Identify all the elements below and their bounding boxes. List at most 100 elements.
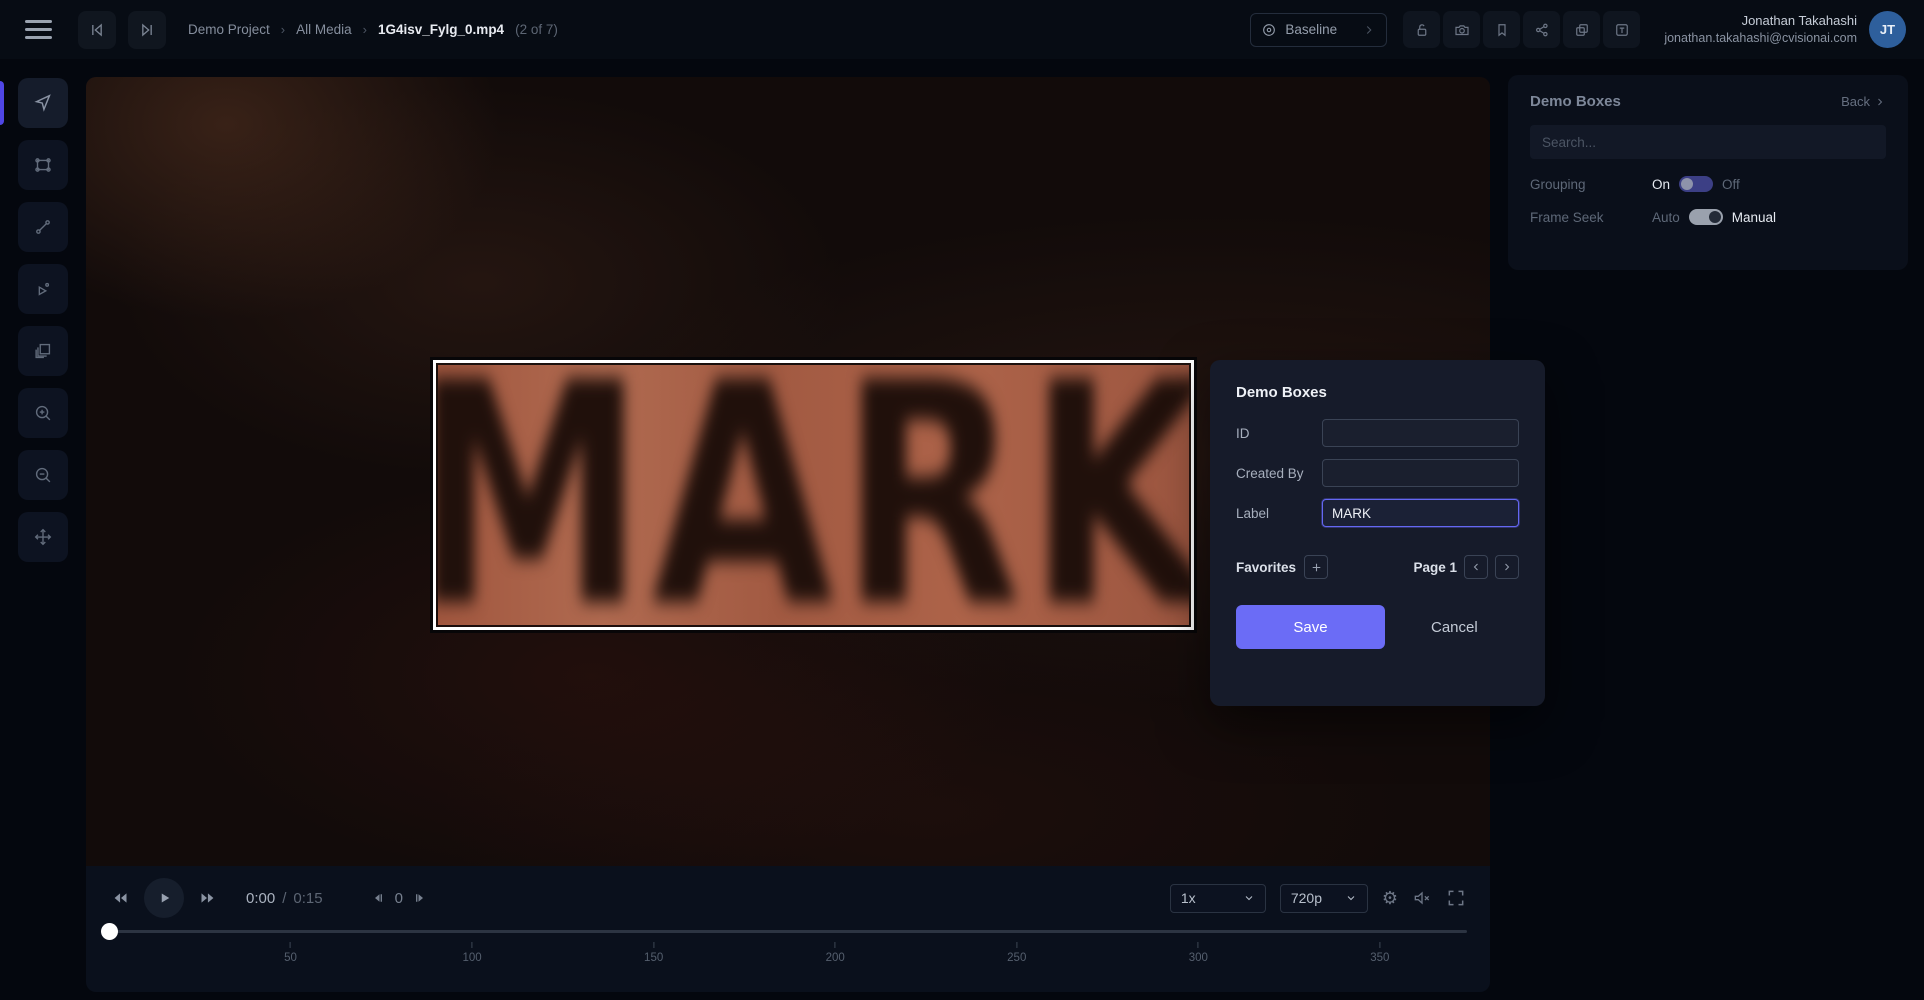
frame-forward-button[interactable] (411, 889, 429, 907)
label-field[interactable] (1322, 499, 1519, 527)
breadcrumb-separator: › (280, 22, 286, 37)
quality-value: 720p (1290, 890, 1323, 906)
chevron-down-icon (1345, 892, 1357, 904)
zoom-out-icon (32, 464, 54, 486)
frame-seek-label: Frame Seek (1530, 209, 1604, 225)
back-label: Back (1841, 94, 1870, 109)
tool-point[interactable] (18, 264, 68, 314)
playback-rate-select[interactable]: 1x (1169, 883, 1266, 913)
rewind-button[interactable] (110, 887, 132, 909)
tool-zoom-out[interactable] (18, 450, 68, 500)
previous-media-button[interactable] (78, 10, 116, 49)
layers-icon (32, 340, 54, 362)
tool-line[interactable] (18, 202, 68, 252)
chevron-down-icon (1243, 892, 1255, 904)
frame-seek-manual-label: Manual (1731, 209, 1777, 225)
breadcrumb-section[interactable]: All Media (296, 22, 352, 37)
tool-pointer[interactable] (18, 78, 68, 128)
frame-seek-auto-label: Auto (1652, 209, 1680, 225)
settings-panel-title: Demo Boxes (1530, 93, 1621, 110)
fullscreen-button[interactable] (1446, 888, 1466, 908)
timeline-tick: 300 (1189, 942, 1208, 964)
timeline-tick: 200 (826, 942, 845, 964)
tool-box[interactable] (18, 140, 68, 190)
add-favorite-button[interactable] (1304, 555, 1329, 579)
plus-icon (1310, 561, 1323, 574)
settings-panel: Demo Boxes Back Grouping On Off Frame Se… (1508, 75, 1908, 270)
user-email: jonathan.takahashi@cvisionai.com (1664, 30, 1857, 45)
play-button[interactable] (144, 878, 184, 918)
frame-seek-row: Frame Seek Auto Manual (1530, 209, 1886, 225)
tool-pan[interactable] (18, 512, 68, 562)
annotation-bbox-content: MARK (438, 365, 1189, 625)
version-selector-label: Baseline (1285, 22, 1338, 37)
quality-select[interactable]: 720p (1279, 883, 1368, 913)
settings-gear-icon[interactable]: ⚙ (1382, 888, 1398, 909)
text-overlay-button[interactable] (1603, 11, 1641, 48)
page-previous-button[interactable] (1464, 555, 1488, 579)
page-label: Page 1 (1413, 559, 1457, 575)
cancel-button[interactable]: Cancel (1431, 619, 1478, 636)
left-toolbar (18, 78, 68, 562)
duration: 0:15 (293, 889, 323, 907)
created-by-field[interactable] (1322, 459, 1519, 487)
timeline-track[interactable] (101, 923, 1467, 940)
chevron-left-icon (1470, 561, 1482, 573)
chevron-right-icon (1874, 96, 1886, 108)
pan-move-icon (32, 526, 54, 548)
label-field-label: Label (1236, 505, 1270, 521)
play-icon (155, 889, 173, 907)
duplicate-button[interactable] (1563, 11, 1601, 48)
lock-icon (1413, 21, 1431, 39)
skip-previous-icon (87, 20, 107, 40)
next-media-button[interactable] (128, 10, 166, 49)
point-tool-icon (32, 278, 54, 300)
frame-back-button[interactable] (369, 889, 387, 907)
blurred-video-text: MARK (438, 365, 1189, 625)
save-button[interactable]: Save (1236, 605, 1385, 649)
lock-button[interactable] (1403, 11, 1441, 48)
target-icon (1261, 22, 1277, 38)
current-time: 0:00 (246, 889, 276, 907)
chevron-right-icon (1501, 561, 1513, 573)
timeline: 50 100 150 200 250 300 350 (101, 923, 1467, 976)
breadcrumb-filename: 1G4isv_Fylg_0.mp4 (378, 22, 505, 37)
annotation-bbox[interactable]: MARK (433, 360, 1194, 630)
id-field[interactable] (1322, 419, 1519, 447)
active-tool-indicator (0, 81, 4, 125)
share-button[interactable] (1523, 11, 1561, 48)
search-input[interactable] (1530, 125, 1886, 159)
box-tool-icon (32, 154, 54, 176)
annotation-app: Demo Project › All Media › 1G4isv_Fylg_0… (0, 0, 1924, 1000)
breadcrumb-project[interactable]: Demo Project (188, 22, 270, 37)
grouping-toggle[interactable] (1679, 176, 1714, 192)
frame-seek-toggle[interactable] (1688, 209, 1723, 225)
timeline-tick: 350 (1370, 942, 1389, 964)
tool-zoom-in[interactable] (18, 388, 68, 438)
grouping-off-label: Off (1722, 176, 1740, 192)
version-selector[interactable]: Baseline (1250, 12, 1388, 47)
dialog-title: Demo Boxes (1236, 384, 1327, 401)
snapshot-button[interactable] (1443, 11, 1481, 48)
page-next-button[interactable] (1495, 555, 1519, 579)
timeline-ticks: 50 100 150 200 250 300 350 (109, 942, 1467, 976)
skip-next-icon (137, 20, 157, 40)
timeline-tick: 50 (284, 942, 297, 964)
mute-button[interactable] (1412, 888, 1432, 908)
chevron-right-icon (1362, 23, 1376, 37)
time-display: 0:00 / 0:15 (246, 890, 323, 907)
hamburger-menu-icon[interactable] (25, 20, 52, 39)
user-name: Jonathan Takahashi (1741, 12, 1857, 28)
zoom-in-icon (32, 402, 54, 424)
time-separator: / (282, 889, 287, 907)
tool-layers[interactable] (18, 326, 68, 376)
frame-number[interactable]: 0 (395, 890, 403, 907)
avatar[interactable]: JT (1869, 11, 1906, 48)
back-link[interactable]: Back (1841, 94, 1886, 109)
timeline-scrubber-knob[interactable] (101, 923, 118, 940)
fast-forward-button[interactable] (196, 887, 218, 909)
pointer-icon (32, 92, 54, 114)
duplicate-icon (1573, 21, 1591, 39)
bookmark-button[interactable] (1483, 11, 1521, 48)
playback-rate-value: 1x (1180, 890, 1196, 906)
